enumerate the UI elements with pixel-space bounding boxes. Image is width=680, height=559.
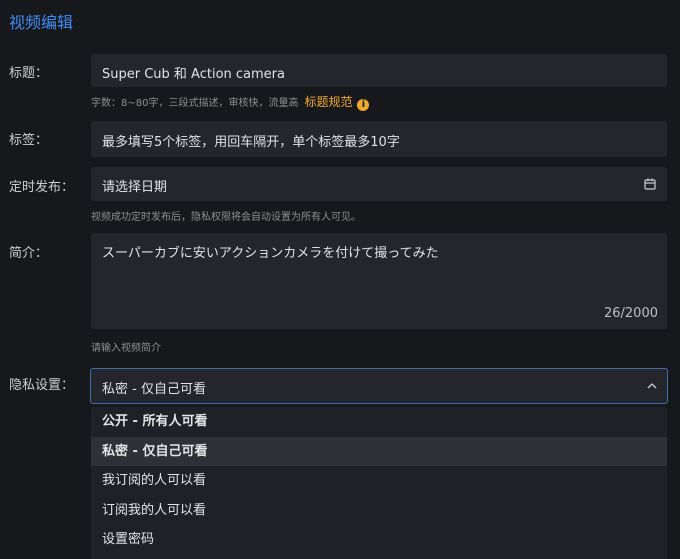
description-char-counter: 26/2000 <box>603 306 658 321</box>
schedule-label: 定时发布： <box>9 180 75 195</box>
tags-label: 标签： <box>9 133 49 148</box>
description-textarea[interactable]: スーパーカブに安いアクションカメラを付けて撮ってみた 26/2000 <box>91 233 667 329</box>
privacy-option-my-subscribers[interactable]: 订阅我的人可以看 <box>91 496 667 526</box>
description-label: 简介： <box>9 246 49 261</box>
privacy-label: 隐私设置： <box>9 378 75 393</box>
privacy-option-password[interactable]: 设置密码 <box>91 525 667 555</box>
schedule-placeholder: 请选择日期 <box>102 180 168 195</box>
title-label: 标题： <box>9 66 49 81</box>
title-hint: 字数：8~80字，三段式描述，审核快，流量高 标题规范 i <box>91 93 370 111</box>
privacy-option-my-subscriptions[interactable]: 我订阅的人可以看 <box>91 466 667 496</box>
title-input-value: Super Cub 和 Action camera <box>102 67 285 82</box>
tags-input[interactable]: 最多填写5个标签，用回车隔开，单个标签最多10字 <box>91 121 667 157</box>
privacy-selected-value: 私密 - 仅自己可看 <box>102 382 206 397</box>
schedule-hint: 视频成功定时发布后，隐私权限将会自动设置为所有人可见。 <box>91 212 361 223</box>
title-rule-link[interactable]: 标题规范 <box>304 95 352 109</box>
title-hint-text: 字数：8~80字，三段式描述，审核快，流量高 <box>91 98 299 109</box>
description-hint: 请输入视频简介 <box>91 343 161 354</box>
calendar-icon[interactable] <box>644 178 656 190</box>
schedule-date-picker[interactable]: 请选择日期 <box>91 167 667 201</box>
privacy-option-public[interactable]: 公开 - 所有人可看 <box>91 407 667 437</box>
privacy-option-private[interactable]: 私密 - 仅自己可看 <box>91 436 667 466</box>
description-value: スーパーカブに安いアクションカメラを付けて撮ってみた <box>102 246 439 261</box>
info-icon[interactable]: i <box>357 99 370 111</box>
title-input[interactable]: Super Cub 和 Action camera <box>91 54 667 87</box>
privacy-dropdown-menu: 公开 - 所有人可看 私密 - 仅自己可看 我订阅的人可以看 订阅我的人可以看 … <box>91 407 667 559</box>
page-title: 视频编辑 <box>9 13 74 32</box>
tags-input-placeholder: 最多填写5个标签，用回车隔开，单个标签最多10字 <box>102 135 400 150</box>
privacy-select[interactable]: 私密 - 仅自己可看 <box>90 368 668 404</box>
chevron-up-icon[interactable] <box>647 381 657 391</box>
